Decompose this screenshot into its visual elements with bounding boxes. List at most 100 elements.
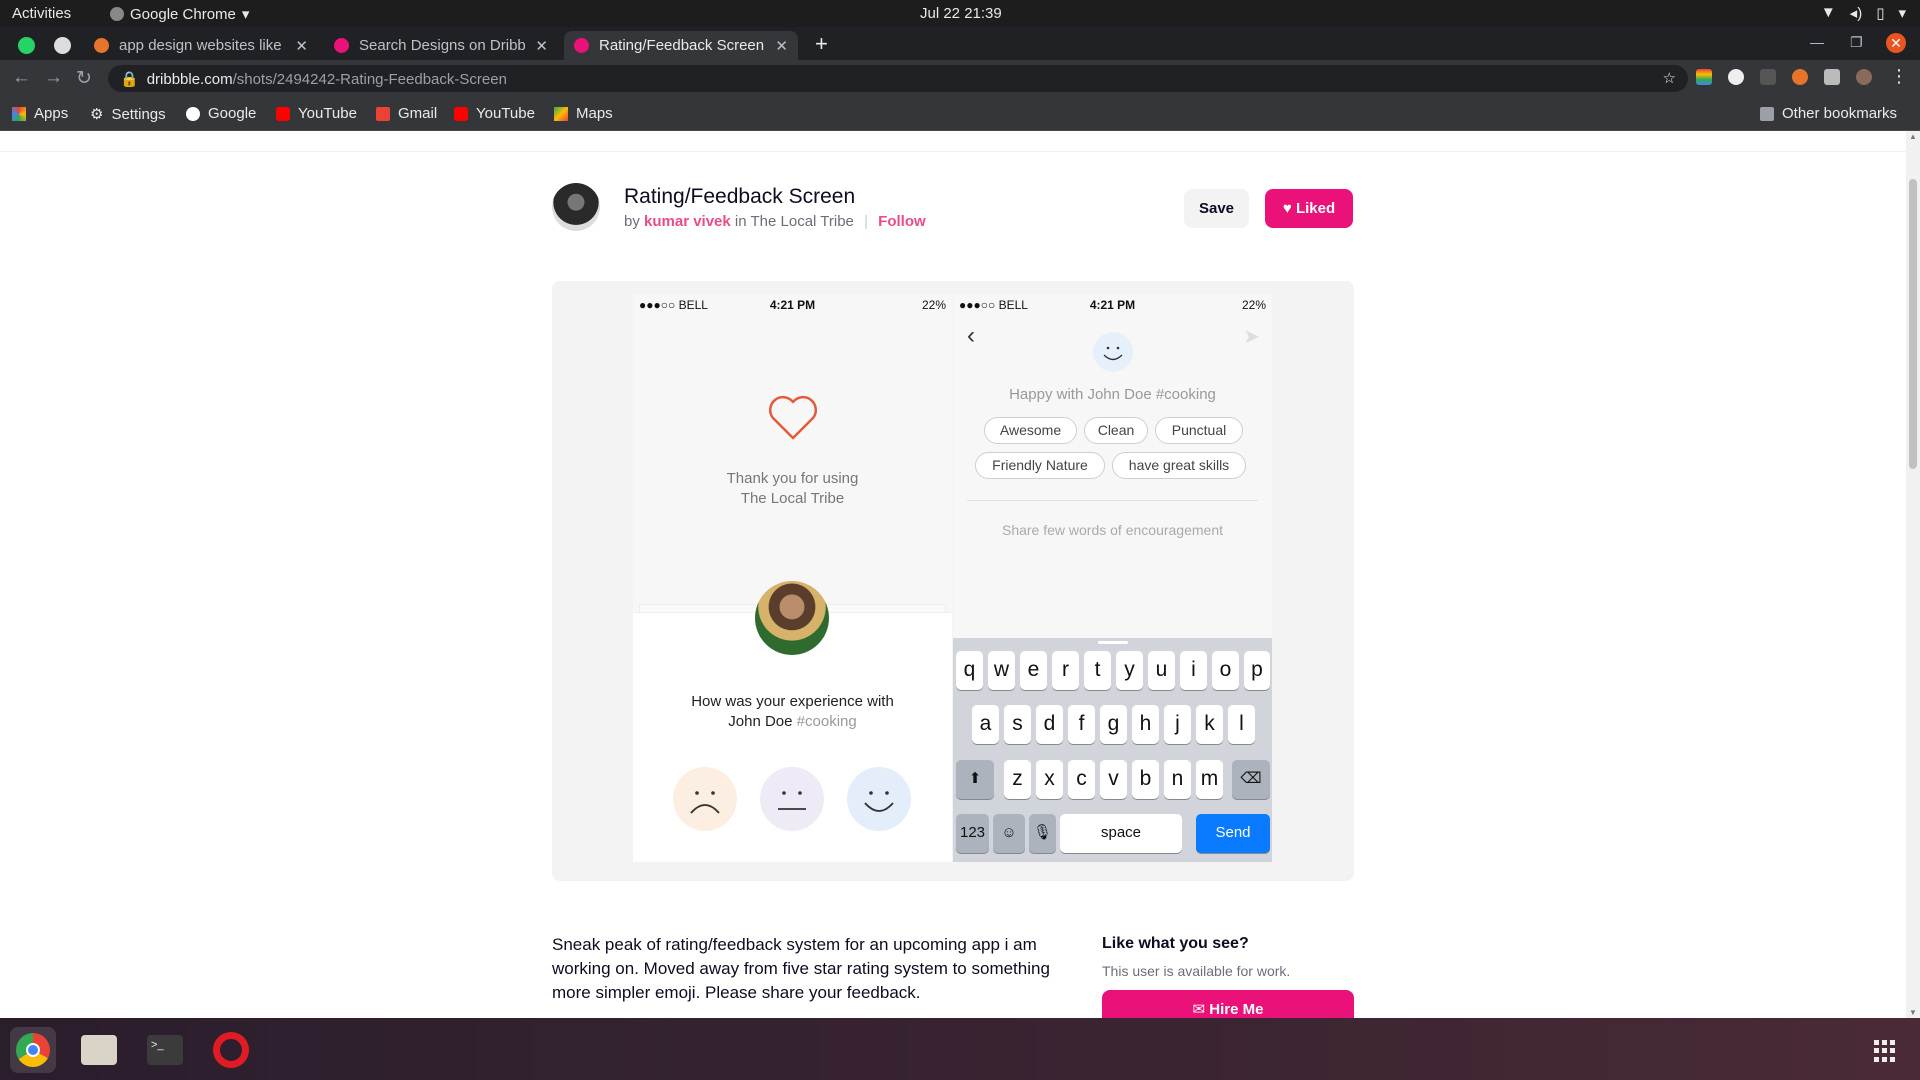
- key[interactable]: j: [1164, 705, 1191, 744]
- key[interactable]: o: [1212, 651, 1239, 690]
- shift-key[interactable]: ⬆: [956, 760, 994, 799]
- key[interactable]: c: [1068, 760, 1095, 799]
- send-key[interactable]: Send: [1196, 814, 1270, 853]
- tag-chip[interactable]: have great skills: [1112, 452, 1246, 479]
- sad-face-icon[interactable]: [673, 767, 737, 831]
- activities-button[interactable]: Activities: [12, 5, 71, 22]
- star-icon[interactable]: ☆: [1663, 69, 1676, 87]
- key[interactable]: r: [1052, 651, 1079, 690]
- key[interactable]: h: [1132, 705, 1159, 744]
- key[interactable]: k: [1196, 705, 1223, 744]
- space-key[interactable]: space: [1060, 814, 1182, 853]
- happy-face-icon[interactable]: [847, 767, 911, 831]
- key[interactable]: n: [1164, 760, 1191, 799]
- reload-icon[interactable]: ↻: [76, 67, 92, 90]
- encouragement-placeholder[interactable]: Share few words of encouragement: [953, 522, 1272, 538]
- address-bar[interactable]: 🔒 dribbble.com/shots/2494242-Rating-Feedb…: [108, 65, 1688, 92]
- key[interactable]: i: [1180, 651, 1207, 690]
- tag-chip[interactable]: Punctual: [1155, 417, 1243, 444]
- close-icon[interactable]: ✕: [535, 37, 548, 55]
- puzzle-icon[interactable]: [1824, 69, 1840, 85]
- back-icon[interactable]: ←: [12, 67, 31, 89]
- extension-icon[interactable]: [1728, 69, 1744, 85]
- close-icon[interactable]: ✕: [295, 37, 308, 55]
- dictation-key[interactable]: 🎙: [1029, 814, 1056, 853]
- files-dock-icon[interactable]: [76, 1027, 122, 1073]
- key[interactable]: z: [1004, 760, 1031, 799]
- save-button[interactable]: Save: [1184, 189, 1249, 228]
- tag-chip[interactable]: Awesome: [984, 417, 1077, 444]
- key[interactable]: l: [1228, 705, 1255, 744]
- extension-icon[interactable]: [1760, 69, 1776, 85]
- key[interactable]: w: [988, 651, 1015, 690]
- key[interactable]: y: [1116, 651, 1143, 690]
- key[interactable]: x: [1036, 760, 1063, 799]
- bookmark-youtube-2[interactable]: YouTube: [454, 105, 535, 122]
- emoji-key[interactable]: ☺: [993, 814, 1025, 853]
- hire-heading: Like what you see?: [1102, 935, 1249, 952]
- chevron-left-icon[interactable]: ‹: [967, 322, 975, 350]
- key[interactable]: v: [1100, 760, 1127, 799]
- key[interactable]: m: [1196, 760, 1223, 799]
- key[interactable]: a: [972, 705, 999, 744]
- send-icon[interactable]: ➤: [1243, 324, 1260, 349]
- key[interactable]: g: [1100, 705, 1127, 744]
- key[interactable]: e: [1020, 651, 1047, 690]
- author-link[interactable]: kumar vivek: [644, 213, 731, 230]
- key[interactable]: d: [1036, 705, 1063, 744]
- more-menu-icon[interactable]: ⋮: [1890, 66, 1908, 87]
- key[interactable]: q: [956, 651, 983, 690]
- follow-link[interactable]: Follow: [878, 213, 926, 230]
- tag-chip[interactable]: Friendly Nature: [975, 452, 1105, 479]
- scrollbar[interactable]: ▲ ▼: [1906, 131, 1920, 1018]
- forward-icon[interactable]: →: [44, 67, 63, 89]
- bookmark-google[interactable]: Google: [186, 105, 256, 122]
- whatsapp-pinned-tab[interactable]: [18, 37, 35, 54]
- show-apps-icon[interactable]: [1874, 1040, 1896, 1062]
- tab-app-design[interactable]: app design websites like d ✕: [84, 31, 318, 60]
- scroll-down-icon[interactable]: ▼: [1909, 1008, 1917, 1017]
- new-tab-button[interactable]: +: [815, 31, 828, 57]
- chrome-dock-icon[interactable]: [10, 1027, 56, 1073]
- extension-icon[interactable]: [1696, 69, 1712, 85]
- minimize-button[interactable]: —: [1810, 34, 1824, 50]
- close-window-button[interactable]: ✕: [1886, 33, 1906, 53]
- liked-button[interactable]: ♥ Liked: [1265, 189, 1353, 228]
- scroll-up-icon[interactable]: ▲: [1909, 132, 1917, 141]
- author-avatar[interactable]: [552, 183, 600, 231]
- neutral-face-icon[interactable]: [760, 767, 824, 831]
- extension-icon[interactable]: [1792, 69, 1808, 85]
- clock[interactable]: Jul 22 21:39: [920, 5, 1002, 22]
- close-icon[interactable]: ✕: [775, 37, 788, 55]
- tab-search-dribbble[interactable]: Search Designs on Dribbble ✕: [324, 31, 558, 60]
- key[interactable]: u: [1148, 651, 1175, 690]
- shot-media[interactable]: ●●●○○ BELL 4:21 PM 22% Thank you for usi…: [552, 281, 1354, 881]
- restore-button[interactable]: ❐: [1850, 34, 1863, 51]
- pinned-tab[interactable]: [54, 37, 71, 54]
- bookmark-settings[interactable]: ⚙ Settings: [90, 105, 166, 124]
- tab-rating-feedback[interactable]: Rating/Feedback Screen by ✕: [564, 31, 798, 60]
- key[interactable]: f: [1068, 705, 1095, 744]
- hire-me-button[interactable]: ✉ Hire Me: [1102, 990, 1354, 1018]
- backspace-key[interactable]: ⌫: [1232, 760, 1270, 799]
- key[interactable]: b: [1132, 760, 1159, 799]
- status-time: 4:21 PM: [1089, 298, 1136, 312]
- profile-avatar[interactable]: [1856, 69, 1872, 85]
- terminal-dock-icon[interactable]: >_: [142, 1027, 188, 1073]
- tag-chip[interactable]: Clean: [1084, 417, 1148, 444]
- key[interactable]: s: [1004, 705, 1031, 744]
- opera-dock-icon[interactable]: [208, 1027, 254, 1073]
- toolbar: ← → ↻ 🔒 dribbble.com/shots/2494242-Rating…: [0, 60, 1920, 97]
- other-bookmarks[interactable]: Other bookmarks: [1760, 105, 1897, 122]
- bookmark-gmail[interactable]: Gmail: [376, 105, 437, 122]
- system-tray[interactable]: ▼ ◂) ▯ ▾: [1821, 4, 1906, 22]
- key[interactable]: t: [1084, 651, 1111, 690]
- bookmark-youtube[interactable]: YouTube: [276, 105, 357, 122]
- app-menu[interactable]: Google Chrome ▾: [110, 5, 249, 23]
- team-link[interactable]: The Local Tribe: [751, 213, 854, 230]
- bookmark-maps[interactable]: Maps: [554, 105, 613, 122]
- bookmark-apps[interactable]: Apps: [12, 105, 68, 122]
- key[interactable]: p: [1244, 651, 1270, 690]
- scrollbar-thumb[interactable]: [1909, 179, 1917, 469]
- numbers-key[interactable]: 123: [956, 814, 989, 853]
